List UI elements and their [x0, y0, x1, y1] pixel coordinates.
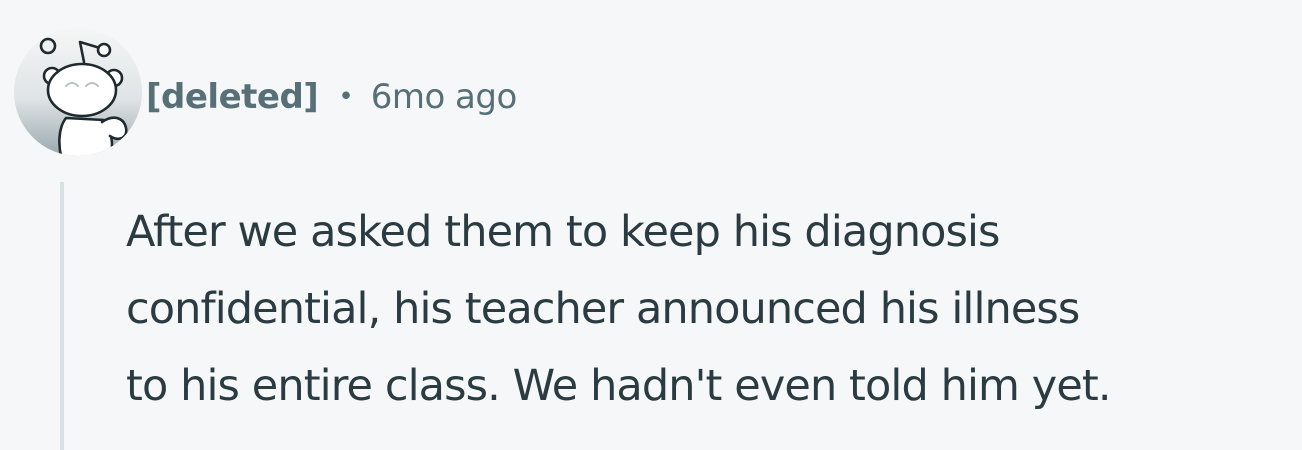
comment-body-line: to his entire class. We hadn't even told… — [126, 361, 1112, 411]
comment: [deleted] • 6mo ago After we asked them … — [0, 0, 1302, 450]
comment-body: After we asked them to keep his diagnosi… — [126, 194, 1296, 425]
comment-body-line: After we asked them to keep his diagnosi… — [126, 207, 1000, 257]
reddit-snoo-avatar-icon — [14, 28, 142, 156]
separator-dot: • — [338, 82, 354, 112]
comment-body-line: confidential, his teacher announced his … — [126, 284, 1080, 334]
avatar[interactable] — [14, 28, 142, 156]
comment-meta: [deleted] • 6mo ago — [146, 72, 517, 122]
timestamp[interactable]: 6mo ago — [371, 77, 518, 117]
thread-line[interactable] — [60, 182, 64, 450]
author-name[interactable]: [deleted] — [146, 77, 319, 117]
